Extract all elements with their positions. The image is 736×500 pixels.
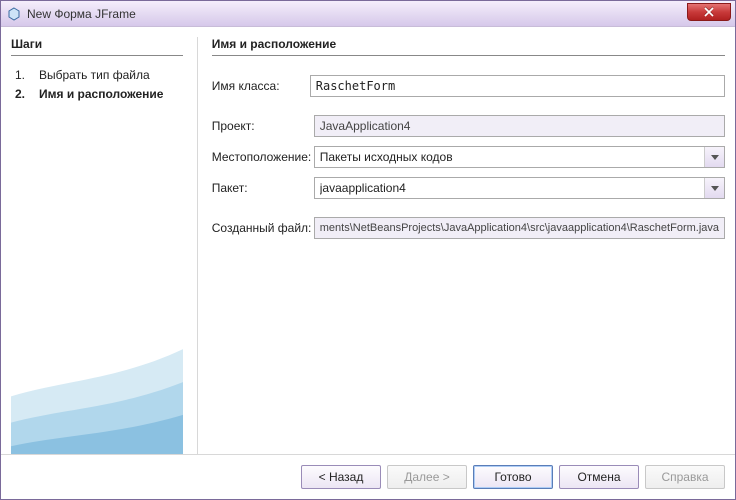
location-label: Местоположение: — [212, 150, 314, 164]
package-combo[interactable] — [314, 177, 725, 199]
form: Имя класса: Проект: JavaApplication4 Мес… — [212, 74, 725, 247]
wizard-sidebar: Шаги 1. Выбрать тип файла 2. Имя и распо… — [11, 37, 183, 454]
step-number: 2. — [15, 85, 29, 104]
titlebar: New Форма JFrame — [1, 1, 735, 27]
chevron-down-icon[interactable] — [704, 147, 724, 167]
back-button[interactable]: < Назад — [301, 465, 381, 489]
window-title: New Форма JFrame — [27, 7, 687, 21]
createdfile-label: Созданный файл: — [212, 221, 314, 235]
row-createdfile: Созданный файл: ments\NetBeansProjects\J… — [212, 216, 725, 240]
wizard-steps: 1. Выбрать тип файла 2. Имя и расположен… — [11, 66, 183, 104]
cancel-button[interactable]: Отмена — [559, 465, 639, 489]
step-label: Выбрать тип файла — [39, 66, 150, 85]
finish-button[interactable]: Готово — [473, 465, 553, 489]
dialog-window: New Форма JFrame Шаги 1. Выбрать тип фай… — [0, 0, 736, 500]
createdfile-value: ments\NetBeansProjects\JavaApplication4\… — [314, 217, 725, 239]
close-button[interactable] — [687, 3, 731, 21]
package-input[interactable] — [314, 177, 725, 199]
location-combo[interactable]: Пакеты исходных кодов — [314, 146, 725, 168]
help-button: Справка — [645, 465, 725, 489]
row-package: Пакет: — [212, 176, 725, 200]
wizard-main: Имя и расположение Имя класса: Проект: J… — [197, 37, 725, 454]
row-location: Местоположение: Пакеты исходных кодов — [212, 145, 725, 169]
sidebar-heading: Шаги — [11, 37, 183, 56]
step-number: 1. — [15, 66, 29, 85]
wizard-step: 2. Имя и расположение — [15, 85, 183, 104]
classname-input[interactable] — [310, 75, 725, 97]
main-heading: Имя и расположение — [212, 37, 725, 56]
dialog-body: Шаги 1. Выбрать тип файла 2. Имя и распо… — [1, 27, 735, 454]
classname-label: Имя класса: — [212, 79, 310, 93]
package-label: Пакет: — [212, 181, 314, 195]
app-icon — [7, 7, 21, 21]
row-project: Проект: JavaApplication4 — [212, 114, 725, 138]
row-classname: Имя класса: — [212, 74, 725, 98]
next-button: Далее > — [387, 465, 467, 489]
chevron-down-icon[interactable] — [704, 178, 724, 198]
wizard-step: 1. Выбрать тип файла — [15, 66, 183, 85]
dialog-footer: < Назад Далее > Готово Отмена Справка — [1, 454, 735, 499]
project-label: Проект: — [212, 119, 314, 133]
sidebar-decoration — [11, 67, 183, 454]
step-label: Имя и расположение — [39, 85, 163, 104]
location-value: Пакеты исходных кодов — [314, 146, 725, 168]
project-value: JavaApplication4 — [314, 115, 725, 137]
